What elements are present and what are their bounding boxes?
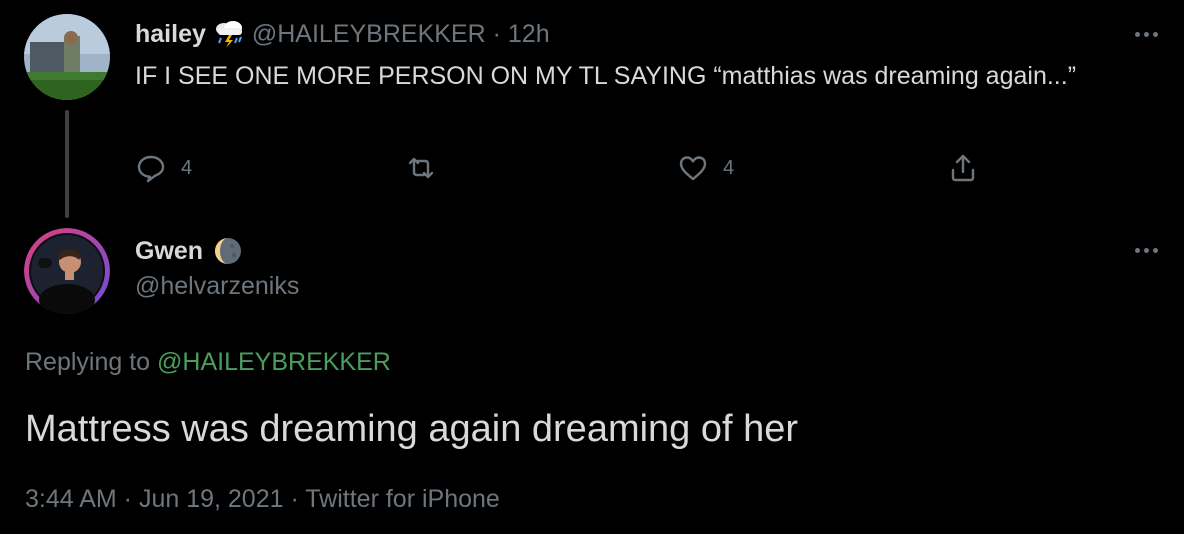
handle[interactable]: @helvarzeniks <box>135 272 299 301</box>
tweet-actions: 4 4 <box>135 148 985 188</box>
reply-button[interactable]: 4 <box>135 148 192 188</box>
like-count: 4 <box>723 156 735 179</box>
tweet-timestamp-source[interactable]: 3:44 AM · Jun 19, 2021 · Twitter for iPh… <box>25 485 500 514</box>
avatar[interactable] <box>24 14 110 100</box>
more-options-icon[interactable] <box>1128 24 1164 44</box>
replying-prefix: Replying to <box>25 348 151 376</box>
replying-to: Replying to @HAILEYBREKKER <box>25 348 391 377</box>
heart-icon <box>679 156 707 181</box>
handle-and-time[interactable]: @HAILEYBREKKER · 12h <box>252 20 550 49</box>
avatar[interactable] <box>24 228 110 314</box>
avatar-image <box>24 14 110 100</box>
thread-line <box>65 110 69 218</box>
parent-tweet[interactable]: hailey @HAILEYBREKKER · 12h IF I SEE ONE… <box>0 0 1184 230</box>
avatar-image <box>24 228 110 314</box>
display-name[interactable]: hailey <box>135 20 206 49</box>
reply-tweet: Gwen @helvarzeniks Replying to @HAILEYBR… <box>0 220 1184 534</box>
display-name[interactable]: Gwen <box>135 237 203 266</box>
replying-handle-link[interactable]: @HAILEYBREKKER <box>157 348 391 376</box>
reply-count: 4 <box>181 156 193 179</box>
share-icon <box>951 154 975 182</box>
tweet-header: hailey @HAILEYBREKKER · 12h <box>135 17 550 51</box>
cloud-lightning-rain-icon <box>212 19 246 49</box>
tweet-text: Mattress was dreaming again dreaming of … <box>25 408 799 450</box>
reply-icon <box>137 155 165 183</box>
share-button[interactable] <box>947 148 979 188</box>
tweet-header: Gwen <box>135 234 243 268</box>
tweet-text: IF I SEE ONE MORE PERSON ON MY TL SAYING… <box>135 62 1077 90</box>
retweet-button[interactable] <box>405 148 451 188</box>
retweet-icon <box>408 157 434 179</box>
like-button[interactable]: 4 <box>677 148 734 188</box>
moon-icon <box>213 236 243 266</box>
more-options-icon[interactable] <box>1128 240 1164 260</box>
